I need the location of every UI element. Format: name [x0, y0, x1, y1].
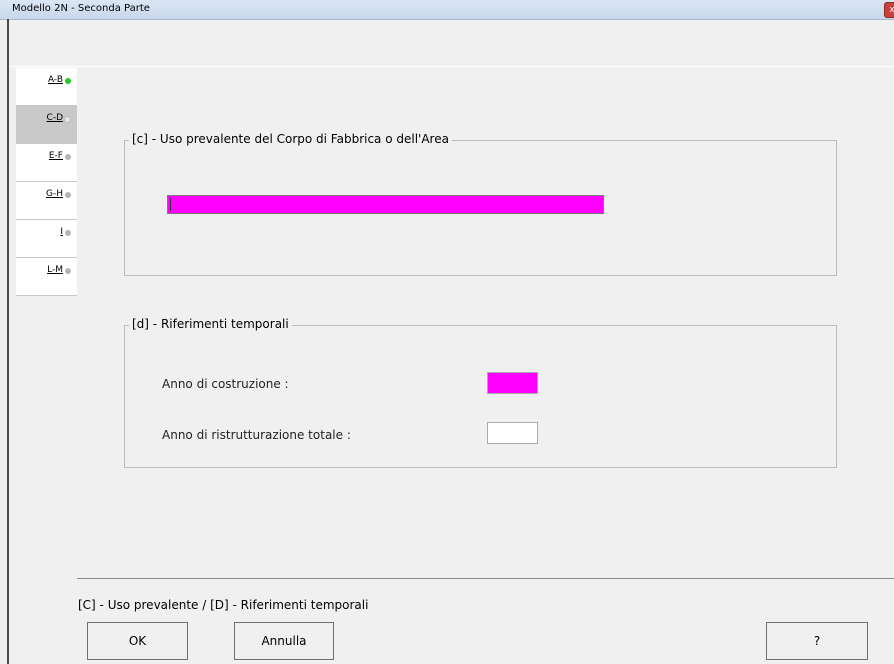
tab-label: I	[60, 227, 63, 237]
title-bar: Modello 2N - Seconda Parte x	[0, 0, 894, 20]
tab-strip: A-B C-D E-F G-H I L-M	[16, 68, 77, 296]
tab-label: E-F	[48, 151, 63, 161]
status-dot-icon	[65, 192, 71, 198]
status-dot-icon	[65, 268, 71, 274]
window-title: Modello 2N - Seconda Parte	[12, 3, 150, 14]
cancel-button[interactable]: Annulla	[234, 622, 334, 660]
help-button[interactable]: ?	[766, 622, 868, 660]
group-riferimenti-temporali: [d] - Riferimenti temporali Anno di cost…	[124, 317, 837, 468]
tab-label: G-H	[46, 189, 63, 199]
anno-costruzione-label: Anno di costruzione :	[162, 377, 289, 391]
group-legend: [c] - Uso prevalente del Corpo di Fabbri…	[129, 132, 452, 146]
text-caret	[170, 198, 171, 211]
tab-g-h[interactable]: G-H	[16, 182, 77, 220]
status-dot-icon	[65, 78, 71, 84]
window-frame-left	[7, 19, 9, 664]
ok-button[interactable]: OK	[87, 622, 188, 660]
anno-ristrutturazione-field[interactable]	[487, 422, 538, 444]
divider-top	[10, 66, 894, 67]
anno-costruzione-field[interactable]	[487, 372, 538, 394]
group-uso-prevalente: [c] - Uso prevalente del Corpo di Fabbri…	[124, 132, 837, 276]
tab-c-d[interactable]: C-D	[16, 106, 77, 144]
tab-i[interactable]: I	[16, 220, 77, 258]
tab-l-m[interactable]: L-M	[16, 258, 77, 296]
anno-ristrutturazione-label: Anno di ristrutturazione totale :	[162, 428, 351, 442]
uso-prevalente-input[interactable]	[167, 195, 604, 214]
tab-e-f[interactable]: E-F	[16, 144, 77, 182]
close-icon[interactable]: x	[884, 2, 894, 18]
tab-label: A-B	[47, 75, 63, 85]
tab-a-b[interactable]: A-B	[16, 68, 77, 106]
status-dot-icon	[64, 116, 71, 123]
divider-bottom	[77, 578, 894, 579]
tab-label: C-D	[46, 113, 63, 123]
tab-label: L-M	[47, 265, 63, 275]
status-dot-icon	[65, 154, 71, 160]
status-text: [C] - Uso prevalente / [D] - Riferimenti…	[78, 598, 369, 612]
status-dot-icon	[65, 230, 71, 236]
group-legend: [d] - Riferimenti temporali	[129, 317, 292, 331]
